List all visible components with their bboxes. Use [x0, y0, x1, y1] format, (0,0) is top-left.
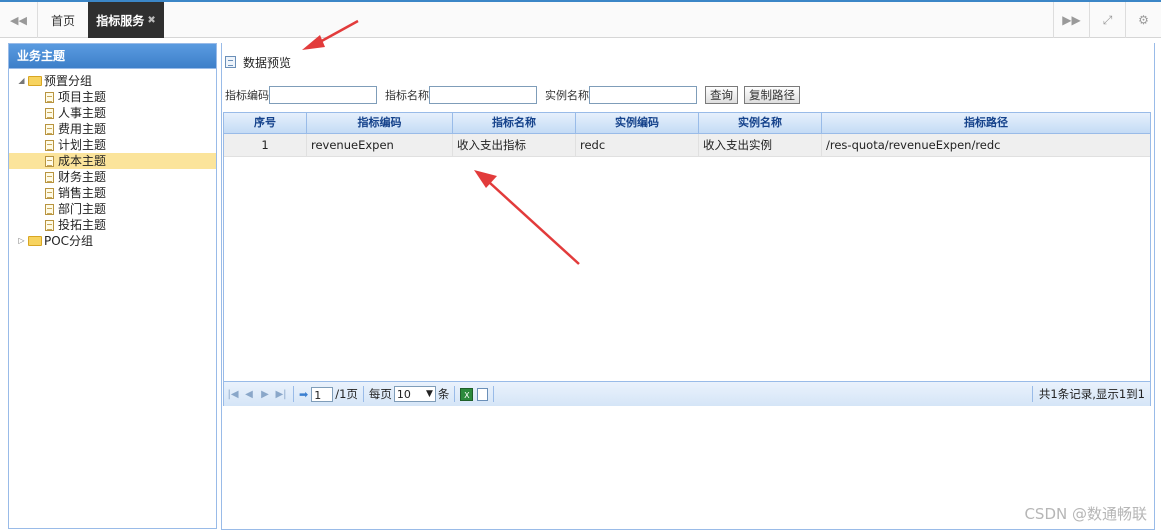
annotation-arrows: [302, 19, 580, 265]
annotation-arrow: [474, 170, 580, 265]
annotation-arrow: [302, 19, 359, 50]
watermark-text: CSDN @数通畅联: [1024, 505, 1147, 523]
